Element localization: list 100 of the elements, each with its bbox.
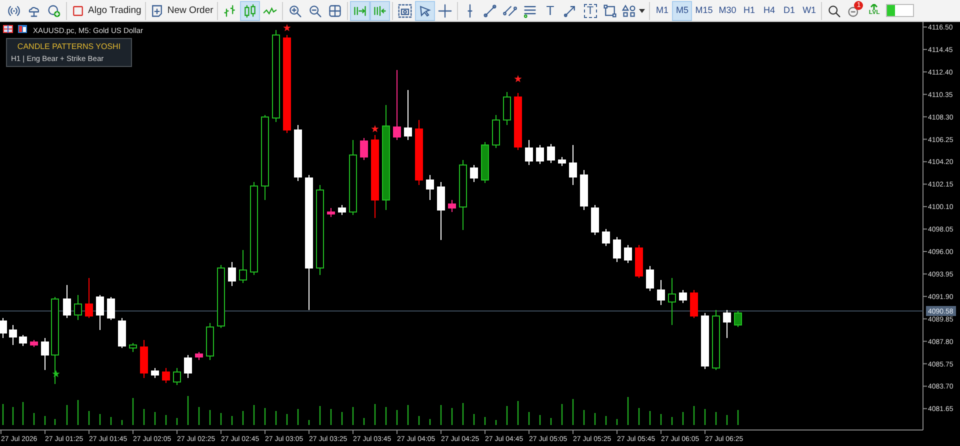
candle (30, 340, 38, 348)
candle (569, 144, 577, 186)
channel-icon (503, 4, 518, 18)
timeframe-button[interactable]: M30 (716, 0, 740, 20)
candle (646, 266, 654, 292)
timeframe-button[interactable]: M1 (652, 0, 672, 20)
candle (327, 208, 335, 218)
timeframe-button[interactable]: D1 (779, 0, 800, 20)
candle (591, 204, 599, 236)
candle (63, 284, 71, 318)
candle (96, 294, 104, 330)
coin-add-icon (47, 4, 61, 18)
candle (118, 318, 126, 348)
candle (503, 92, 511, 126)
candle (404, 90, 412, 140)
crosshair-icon (438, 4, 452, 18)
candle (448, 200, 456, 212)
star-icon (52, 370, 60, 378)
candle (712, 310, 720, 370)
candle (723, 310, 731, 338)
candle (338, 204, 346, 216)
algo-trading-button[interactable]: Algo Trading (69, 0, 144, 20)
candle (514, 92, 522, 150)
candle (393, 70, 401, 140)
new-order-icon (150, 4, 164, 18)
grid-layout-icon (3, 25, 13, 33)
candle (580, 170, 588, 210)
candle (129, 342, 137, 352)
candle (437, 182, 445, 240)
candle (679, 290, 687, 304)
trend-line-icon (483, 4, 498, 18)
candlestick-icon (243, 4, 258, 18)
candle (294, 124, 302, 182)
candle (624, 244, 632, 264)
candle (162, 368, 170, 384)
candle (140, 340, 148, 378)
text-tool-button[interactable]: T (540, 0, 560, 20)
candle (668, 278, 676, 326)
candle (734, 310, 742, 328)
candle (206, 322, 214, 360)
search-icon (827, 4, 842, 18)
candle (415, 120, 423, 186)
autoscroll-button[interactable] (350, 0, 370, 20)
grid-icon (328, 4, 342, 18)
star-icon (514, 75, 522, 82)
star-icon (371, 125, 379, 132)
candle (0, 318, 7, 338)
candle (426, 174, 434, 200)
candle (525, 140, 533, 166)
candle (19, 334, 27, 346)
cursor-icon (418, 4, 432, 18)
candle (459, 160, 467, 230)
timeframe-button[interactable]: H4 (759, 0, 780, 20)
candle (173, 368, 181, 386)
candle (228, 262, 236, 286)
signal-icon (7, 4, 21, 18)
candle (184, 354, 192, 378)
candle (613, 236, 621, 262)
candle (195, 352, 203, 360)
zoom-in-icon (288, 4, 302, 18)
candle (602, 228, 610, 246)
text-label-button[interactable]: T (580, 0, 600, 20)
candle (107, 296, 115, 320)
chart-shift-button[interactable] (370, 0, 390, 20)
candle (481, 142, 489, 184)
zoom-out-icon (308, 4, 322, 18)
chart-shift-icon (373, 4, 388, 18)
candle (701, 312, 709, 370)
rectangle-icon (603, 4, 618, 18)
candle (470, 164, 478, 182)
candle (41, 338, 49, 370)
star-icon (283, 24, 291, 32)
candle (9, 324, 17, 346)
candle (558, 156, 566, 166)
arrow-line-icon (563, 4, 578, 18)
candle (151, 368, 159, 378)
timeframe-button[interactable]: M15 (692, 0, 716, 20)
candle (239, 250, 247, 284)
new-order-button[interactable]: New Order (148, 0, 216, 20)
chart-type-icon (18, 25, 27, 33)
candle (657, 280, 665, 306)
candle (536, 144, 544, 164)
candlestick-button[interactable] (240, 0, 260, 20)
timeframe-button[interactable]: H1 (739, 0, 760, 20)
candle (635, 244, 643, 278)
caret-icon (639, 8, 646, 12)
candle (360, 138, 368, 160)
candle (690, 290, 698, 318)
candle (492, 114, 500, 148)
shapes-icon (622, 4, 636, 18)
candle (217, 264, 225, 328)
indicator-title: CANDLE PATTERNS YOSHI (16, 41, 122, 53)
bar-chart-icon (223, 4, 238, 18)
cursor-button[interactable] (415, 0, 436, 20)
candle (74, 294, 82, 320)
timeframe-button[interactable]: W1 (799, 0, 820, 20)
autoscroll-icon (353, 4, 368, 18)
candle (85, 278, 93, 318)
camera-icon (398, 4, 412, 18)
timeframe-button[interactable]: M5 (672, 0, 692, 20)
